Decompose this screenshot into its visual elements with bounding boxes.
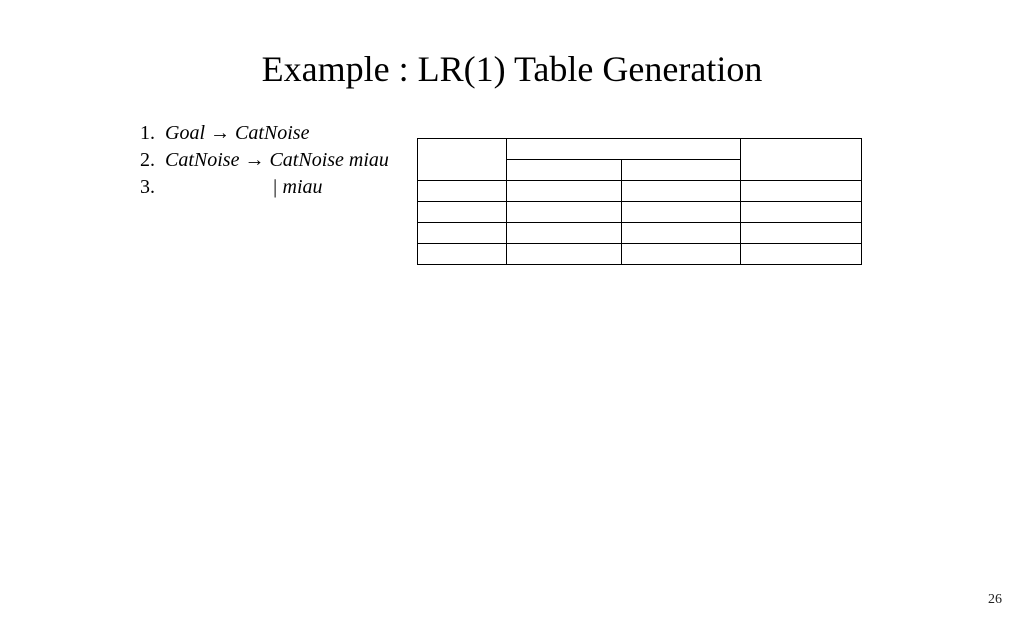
table-cell [506, 160, 621, 181]
table-cell [417, 223, 506, 244]
rule-arrow: → [210, 122, 230, 144]
table-row [417, 202, 861, 223]
table-cell [417, 181, 506, 202]
table-cell [740, 181, 861, 202]
table-cell [506, 181, 621, 202]
table-cell [621, 181, 740, 202]
table-cell [417, 244, 506, 265]
table-cell [417, 202, 506, 223]
slide-title: Example : LR(1) Table Generation [0, 48, 1024, 90]
grammar-rules: 1. Goal → CatNoise 2. CatNoise → CatNois… [140, 120, 389, 265]
rule-number: 3. [140, 174, 160, 201]
table-row [417, 244, 861, 265]
slide-content: 1. Goal → CatNoise 2. CatNoise → CatNois… [0, 120, 1024, 265]
table-cell [740, 202, 861, 223]
table-cell [621, 223, 740, 244]
table [417, 138, 862, 265]
rule-number: 1. [140, 120, 160, 147]
grammar-rule-1: 1. Goal → CatNoise [140, 120, 389, 147]
table-cell [506, 223, 621, 244]
table-cell [506, 139, 740, 160]
rule-bar: | [272, 176, 278, 198]
rule-rhs: CatNoise [235, 122, 309, 144]
rule-rhs: CatNoise miau [269, 149, 388, 171]
table-row [417, 223, 861, 244]
page-number: 26 [988, 592, 1002, 608]
grammar-rule-2: 2. CatNoise → CatNoise miau [140, 147, 389, 174]
table-cell [506, 202, 621, 223]
lr1-table [417, 138, 862, 265]
table-row [417, 139, 861, 160]
rule-number: 2. [140, 147, 160, 174]
table-cell [506, 244, 621, 265]
table-cell [621, 160, 740, 181]
rule-lhs: CatNoise [165, 149, 239, 171]
table-cell [740, 139, 861, 181]
table-cell [417, 139, 506, 181]
table-cell [621, 202, 740, 223]
table-cell [740, 223, 861, 244]
rule-arrow: → [244, 149, 264, 171]
table-cell [740, 244, 861, 265]
table-cell [621, 244, 740, 265]
table-row [417, 181, 861, 202]
grammar-rule-3: 3. | miau [140, 174, 389, 201]
rule-lhs: Goal [165, 122, 205, 144]
rule-rhs: miau [283, 176, 323, 198]
